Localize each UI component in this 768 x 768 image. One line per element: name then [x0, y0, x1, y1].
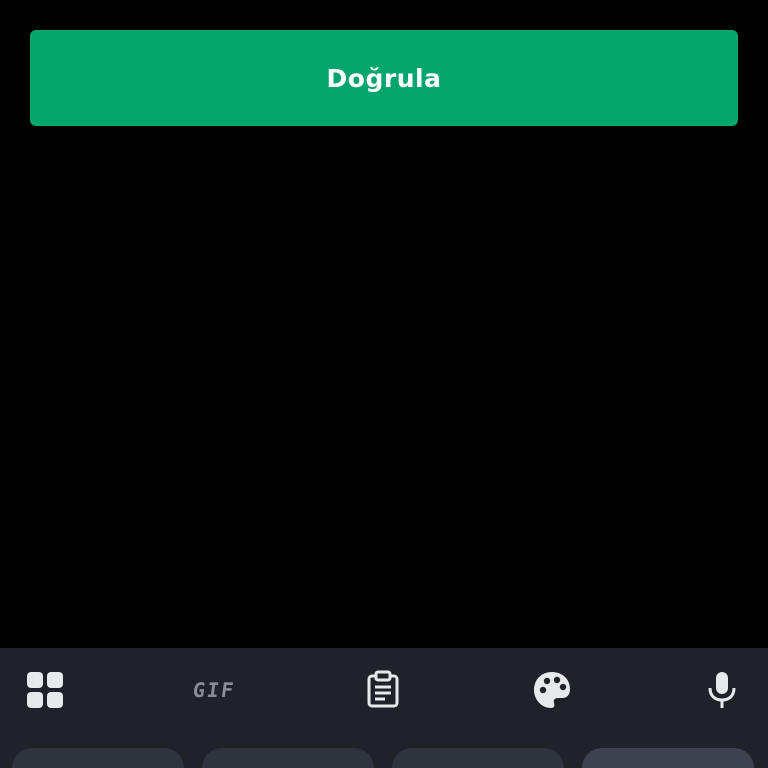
- clipboard-icon: [367, 670, 399, 708]
- keyboard-toolbar: GIF: [0, 648, 768, 732]
- suggestion-chip[interactable]: [392, 748, 564, 768]
- voice-input-button[interactable]: [697, 665, 747, 715]
- theme-button[interactable]: [527, 665, 577, 715]
- suggestion-chip[interactable]: [12, 748, 184, 768]
- suggestion-chip[interactable]: [202, 748, 374, 768]
- suggestion-chip[interactable]: [582, 748, 754, 768]
- gif-icon: GIF: [191, 678, 237, 702]
- verification-screen: Doğrula GIF: [0, 0, 768, 768]
- clipboard-button[interactable]: [358, 665, 408, 715]
- palette-icon: [534, 672, 570, 708]
- grid-icon: [27, 672, 63, 708]
- suggestion-strip: [0, 748, 768, 768]
- gif-button[interactable]: GIF: [189, 665, 239, 715]
- verify-button[interactable]: Doğrula: [30, 30, 738, 126]
- grid-button[interactable]: [20, 665, 70, 715]
- microphone-icon: [708, 672, 736, 708]
- keyboard: GIF: [0, 648, 768, 768]
